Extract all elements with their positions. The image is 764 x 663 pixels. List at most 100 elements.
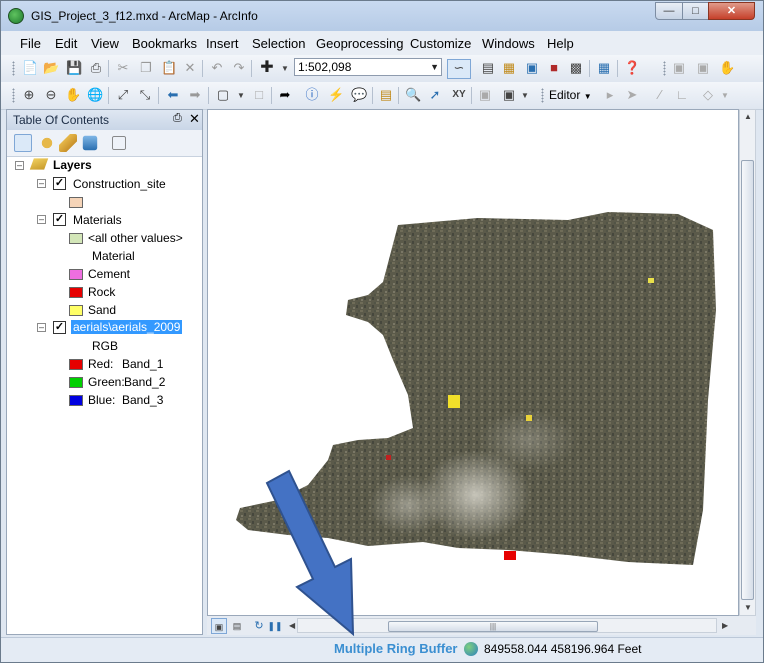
editor-toolbar-toggle-icon[interactable]: ∽ [447, 59, 471, 79]
redo-icon[interactable]: ↷ [231, 60, 247, 76]
scroll-right-icon[interactable]: ▶ [722, 621, 728, 630]
menu-selection[interactable]: Selection [252, 36, 305, 51]
catalog-icon[interactable]: ▦ [501, 60, 517, 76]
search-window-icon[interactable]: ▣ [524, 60, 540, 76]
toolbar-separator [398, 87, 399, 104]
scroll-down-icon[interactable]: ▼ [744, 603, 752, 612]
toolbar-grip[interactable] [12, 88, 15, 103]
cut-icon[interactable]: ✂ [115, 60, 131, 76]
forward-extent-icon[interactable]: ➡ [187, 87, 203, 103]
menu-view[interactable]: View [91, 36, 119, 51]
menu-geoprocessing[interactable]: Geoprocessing [316, 36, 403, 51]
time-slider-icon[interactable]: ▣ [477, 87, 493, 103]
python-window-icon[interactable]: ▩ [568, 60, 584, 76]
minimize-button[interactable]: — [655, 2, 683, 20]
new-document-icon[interactable]: 📄 [22, 60, 38, 76]
find-route-icon[interactable]: ➚ [427, 87, 443, 103]
maximize-button[interactable]: □ [682, 2, 709, 20]
clear-selection-icon[interactable]: □ [251, 87, 267, 103]
layout-tool-icon[interactable]: ▣ [695, 60, 711, 76]
fixed-zoom-out-icon[interactable]: ⤡ [137, 87, 153, 103]
toolbar-grip[interactable] [663, 61, 666, 76]
collapse-toggle[interactable]: – [37, 323, 46, 332]
zoom-out-icon[interactable]: ⊖ [43, 87, 59, 103]
delete-icon[interactable]: ✕ [182, 60, 198, 76]
map-vertical-scrollbar[interactable]: ▲ ▼ [739, 109, 756, 616]
editor-menu-button[interactable]: Editor ▼ [549, 88, 592, 102]
edit-annotation-icon[interactable]: ➤ [624, 87, 640, 103]
menu-bookmarks[interactable]: Bookmarks [132, 36, 197, 51]
html-popup-icon[interactable]: 💬 [351, 87, 367, 103]
map-scale-select[interactable]: 1:502,098 ▼ [294, 58, 442, 76]
add-data-icon[interactable]: ✚ [259, 60, 275, 76]
options-icon[interactable] [112, 136, 126, 150]
go-to-xy-icon[interactable]: XY [451, 87, 467, 103]
menu-windows[interactable]: Windows [482, 36, 535, 51]
layer-visibility-checkbox[interactable]: ✓ [53, 321, 66, 334]
select-features-icon[interactable]: ▢ [215, 87, 231, 103]
chevron-down-icon[interactable]: ▼ [517, 88, 533, 104]
chevron-down-icon[interactable]: ▼ [717, 88, 733, 104]
table-icon[interactable]: ▤ [480, 60, 496, 76]
layer-construction-site[interactable]: Construction_site [73, 177, 166, 191]
open-folder-icon[interactable]: 📂 [43, 60, 59, 76]
find-binoculars-icon[interactable]: 🔍 [405, 87, 421, 103]
zoom-in-icon[interactable]: ⊕ [21, 87, 37, 103]
copy-icon[interactable]: ❐ [138, 60, 154, 76]
collapse-toggle[interactable]: – [37, 179, 46, 188]
back-extent-icon[interactable]: ⬅ [165, 87, 181, 103]
menu-customize[interactable]: Customize [410, 36, 471, 51]
create-viewer-window-icon[interactable]: ▣ [501, 87, 517, 103]
close-icon[interactable]: ✕ [189, 111, 200, 127]
full-extent-icon[interactable]: 🌐 [87, 87, 103, 103]
hyperlink-icon[interactable]: ⚡ [328, 87, 344, 103]
layout-view-icon[interactable]: ▤ [229, 618, 245, 634]
list-by-drawing-order-icon[interactable] [14, 134, 32, 152]
chevron-down-icon[interactable]: ▼ [233, 88, 249, 104]
menu-help[interactable]: Help [547, 36, 574, 51]
list-by-selection-icon[interactable] [82, 135, 98, 151]
status-coordinates: 849558.044 458196.964 Feet [484, 642, 642, 656]
whats-this-help-icon[interactable]: ❓ [624, 60, 640, 76]
menu-file[interactable]: File [20, 36, 41, 51]
list-by-visibility-icon[interactable] [59, 134, 77, 152]
toolbar-grip[interactable] [12, 61, 15, 76]
fixed-zoom-in-icon[interactable]: ⤢ [115, 87, 131, 103]
data-frame-layers[interactable]: Layers [53, 158, 92, 172]
layer-aerials-2009[interactable]: aerials\aerials_2009 [71, 320, 183, 334]
save-icon[interactable]: 💾 [66, 60, 82, 76]
layout-tool-icon[interactable]: ▣ [671, 60, 687, 76]
select-elements-icon[interactable]: ➦ [277, 87, 293, 103]
tools-toolbar: ⊕ ⊖ ✋ 🌐 ⤢ ⤡ ⬅ ➡ ▢ ▼ □ ➦ ⓘ ⚡ 💬 ▤ 🔍 ➚ XY ▣… [1, 82, 763, 110]
layer-visibility-checkbox[interactable]: ✓ [53, 213, 66, 226]
collapse-toggle[interactable]: – [15, 161, 24, 170]
end-point-arc-icon[interactable]: ∟ [674, 87, 690, 103]
undo-icon[interactable]: ↶ [209, 60, 225, 76]
paste-icon[interactable]: 📋 [161, 60, 177, 76]
vertical-scroll-thumb[interactable] [741, 160, 754, 600]
layout-pan-icon[interactable]: ✋ [719, 60, 735, 76]
print-icon[interactable]: ⎙ [88, 60, 104, 76]
scroll-up-icon[interactable]: ▲ [744, 112, 752, 121]
identify-icon[interactable]: ⓘ [304, 87, 320, 103]
arctoolbox-icon[interactable]: ■ [546, 60, 562, 76]
model-builder-icon[interactable]: ▦ [596, 60, 612, 76]
chevron-down-icon[interactable]: ▼ [430, 59, 439, 75]
edit-tool-icon[interactable]: ▸ [602, 87, 618, 103]
measure-icon[interactable]: ▤ [378, 87, 394, 103]
pin-icon[interactable]: ⎙ [173, 112, 182, 125]
pan-icon[interactable]: ✋ [65, 87, 81, 103]
data-view-icon[interactable]: ▣ [211, 618, 227, 634]
close-window-button[interactable]: ✕ [708, 2, 755, 20]
toolbar-grip[interactable] [541, 88, 544, 103]
layer-materials[interactable]: Materials [73, 213, 122, 227]
trace-icon[interactable]: ◇ [700, 87, 716, 103]
chevron-down-icon[interactable]: ▼ [277, 61, 293, 77]
layer-visibility-checkbox[interactable]: ✓ [53, 177, 66, 190]
menu-insert[interactable]: Insert [206, 36, 239, 51]
list-by-source-icon[interactable] [38, 134, 56, 152]
straight-segment-icon[interactable]: ∕ [652, 87, 668, 103]
menu-edit[interactable]: Edit [55, 36, 77, 51]
horizontal-scroll-thumb[interactable]: ||| [388, 621, 598, 632]
collapse-toggle[interactable]: – [37, 215, 46, 224]
